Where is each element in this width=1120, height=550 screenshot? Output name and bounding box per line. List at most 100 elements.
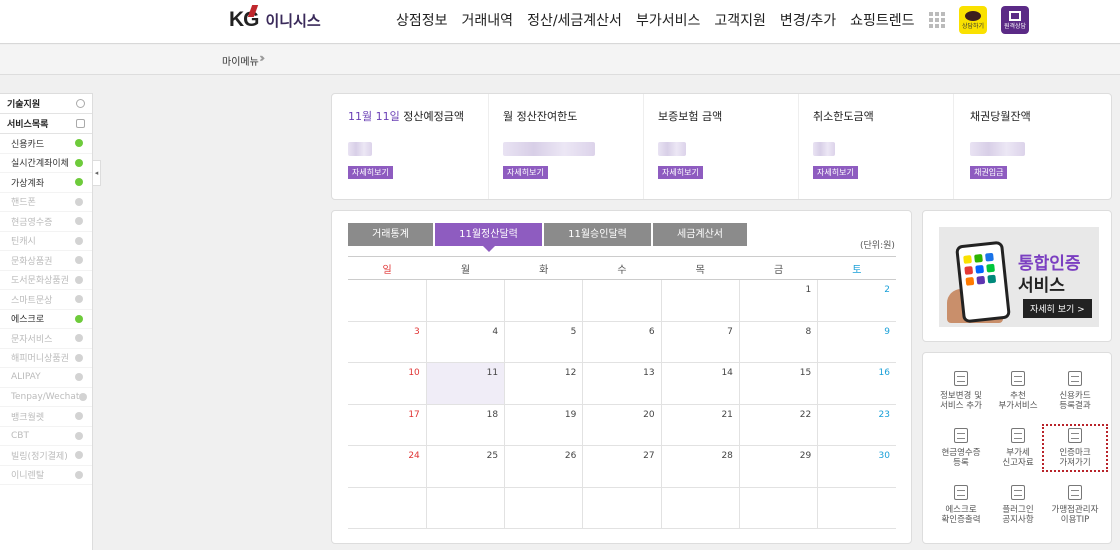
nav-customer-support[interactable]: 고객지원 <box>714 10 766 30</box>
nav-change-add[interactable]: 변경/추가 <box>780 10 836 30</box>
sidebar-item[interactable]: 신용카드 <box>0 134 92 154</box>
calendar-day-cell[interactable]: 15 <box>738 362 819 405</box>
sidebar-item-label: 스마트문상 <box>11 295 53 306</box>
kakao-consult-button[interactable]: 상담하기 <box>959 6 987 34</box>
calendar-day-cell[interactable]: 16 <box>817 362 896 405</box>
calendar-day-cell[interactable]: 27 <box>582 445 662 488</box>
nav-shopping-trend[interactable]: 쇼핑트렌드 <box>850 10 914 30</box>
remote-support-icon <box>1009 10 1021 21</box>
sidebar-item[interactable]: 문화상품권 <box>0 251 92 271</box>
sidebar-item[interactable]: 빌링(정기결제) <box>0 446 92 466</box>
detail-button[interactable]: 자세히보기 <box>503 166 548 179</box>
quick-menu-card-registration-result[interactable]: 신용카드 등록결과 <box>1046 371 1104 411</box>
calendar-day-cell[interactable]: 29 <box>738 445 819 488</box>
apps-grid-icon[interactable] <box>929 12 945 28</box>
nav-settlement-tax[interactable]: 정산/세금계산서 <box>527 10 622 30</box>
sidebar-item[interactable]: 뱅크월렛 <box>0 407 92 427</box>
calendar-day-cell[interactable]: 30 <box>817 445 896 488</box>
calendar-day-cell[interactable]: 3 <box>348 320 427 363</box>
quick-menu-label: 가맹점관리자 이용TIP <box>1051 505 1099 525</box>
quick-menu-cash-receipt-registration[interactable]: 현금영수증 등록 <box>932 428 990 468</box>
bond-deposit-button[interactable]: 채권입금 <box>970 166 1008 179</box>
calendar-day-cell[interactable]: 12 <box>504 362 584 405</box>
detail-button[interactable]: 자세히보기 <box>348 166 393 179</box>
sidebar-item[interactable]: 에스크로 <box>0 310 92 329</box>
quick-menu-card: 정보변경 및 서비스 추가 추천 부가서비스 신용카드 등록결과현금영수증 등록 부가… <box>922 352 1112 544</box>
quick-menu-cert-mark-download[interactable]: 인증마크 가져가기 <box>1042 424 1108 472</box>
calendar-day-cell[interactable]: 21 <box>660 403 740 446</box>
sidebar-item-label: 뱅크월렛 <box>11 412 45 423</box>
quick-menu-vat-report-data[interactable]: 부가세 신고자료 <box>989 428 1047 468</box>
quick-menu-plugin-notice[interactable]: 플러그인 공지사항 <box>989 485 1047 525</box>
nav-transactions[interactable]: 거래내역 <box>462 10 514 30</box>
sidebar-item-label: 신용카드 <box>11 139 45 150</box>
sidebar-item[interactable]: 스마트문상 <box>0 290 92 310</box>
quick-menu-recommended-addon[interactable]: 추천 부가서비스 <box>989 371 1047 411</box>
tab-approval-calendar[interactable]: 11월승인달력 <box>544 223 651 246</box>
sidebar-item[interactable]: 핸드폰 <box>0 193 92 212</box>
service-sidebar: 기술지원 서비스목록 신용카드실시간계좌이체 가상계좌 핸드폰 현금영수증 틴캐시문화상… <box>0 93 93 550</box>
calendar-day-cell[interactable]: 5 <box>504 320 584 363</box>
calendar-day-cell[interactable]: 6 <box>582 320 662 363</box>
calendar-week-row: 17 18 19 20 21 22 23 <box>348 403 896 446</box>
quick-menu-escrow-certificate-print[interactable]: 에스크로 확인증출력 <box>932 485 990 525</box>
kg-inicis-logo[interactable]: KG 이니시스 <box>229 5 321 32</box>
tab-settlement-calendar[interactable]: 11월정산달력 <box>435 223 542 252</box>
sidebar-item[interactable]: Tenpay/Wechat <box>0 388 92 407</box>
quick-menu-label: 신용카드 등록결과 <box>1059 391 1091 411</box>
calendar-day-cell[interactable]: 9 <box>817 320 896 363</box>
calendar-day-cell[interactable]: 2 <box>817 279 896 322</box>
quick-menu-label: 에스크로 확인증출력 <box>941 505 981 525</box>
tab-tax-invoice[interactable]: 세금계산서 <box>653 223 747 246</box>
calendar-day-cell[interactable]: 11 <box>425 362 506 405</box>
sidebar-item[interactable]: 해피머니상품권 <box>0 349 92 368</box>
masked-amount <box>970 142 1025 156</box>
banner-detail-button[interactable]: 자세히 보기 > <box>1023 299 1092 318</box>
calendar-day-cell[interactable]: 14 <box>660 362 740 405</box>
detail-button[interactable]: 자세히보기 <box>813 166 858 179</box>
calendar-day-cell[interactable]: 20 <box>582 403 662 446</box>
remote-consult-label: 원격상담 <box>1003 22 1027 30</box>
breadcrumb[interactable]: 마이메뉴 <box>222 53 259 68</box>
calendar-day-cell[interactable]: 13 <box>582 362 662 405</box>
sidebar-item[interactable]: 현금영수증 <box>0 212 92 232</box>
integrated-auth-banner[interactable]: 통합인증 서비스 자세히 보기 > <box>939 227 1099 327</box>
remote-consult-button[interactable]: 원격상담 <box>1001 6 1029 34</box>
calendar-day-cell[interactable]: 23 <box>817 403 896 446</box>
calendar-day-cell[interactable]: 25 <box>425 445 506 488</box>
calendar-day-cell[interactable]: 7 <box>660 320 740 363</box>
quick-menu-info-change-service-add[interactable]: 정보변경 및 서비스 추가 <box>932 371 990 411</box>
calendar-day-cell[interactable]: 4 <box>425 320 506 363</box>
calendar-day-cell[interactable]: 10 <box>348 362 427 405</box>
status-dot-icon <box>75 256 83 265</box>
sidebar-item-label: 문화상품권 <box>11 256 53 267</box>
sidebar-collapse-toggle[interactable]: ◂ <box>93 160 101 186</box>
certificate-icon <box>1068 428 1082 443</box>
sidebar-item[interactable]: 이니렌탈 <box>0 466 92 485</box>
sidebar-item[interactable]: 도서문화상품권 <box>0 271 92 290</box>
nav-addon-services[interactable]: 부가서비스 <box>636 10 700 30</box>
sidebar-item[interactable]: ALIPAY <box>0 368 92 388</box>
sidebar-item[interactable]: CBT <box>0 427 92 446</box>
sidebar-item[interactable]: 실시간계좌이체 <box>0 154 92 173</box>
nav-store-info[interactable]: 상점정보 <box>396 10 448 30</box>
quick-menu-merchant-admin-tips[interactable]: 가맹점관리자 이용TIP <box>1046 485 1104 525</box>
detail-button[interactable]: 자세히보기 <box>658 166 703 179</box>
sidebar-section-service-list[interactable]: 서비스목록 <box>0 114 92 134</box>
calendar-day-cell[interactable]: 17 <box>348 403 427 446</box>
calendar-day-cell[interactable]: 28 <box>660 445 740 488</box>
tab-transaction-stats[interactable]: 거래통계 <box>348 223 433 246</box>
sidebar-item[interactable]: 문자서비스 <box>0 329 92 349</box>
calendar-day-cell[interactable]: 26 <box>504 445 584 488</box>
calendar-day-cell[interactable]: 1 <box>738 279 819 322</box>
sidebar-section-tech-support[interactable]: 기술지원 <box>0 94 92 114</box>
calendar-day-cell[interactable]: 18 <box>425 403 506 446</box>
sidebar-item-label: 문자서비스 <box>11 334 53 345</box>
calendar-day-cell[interactable]: 24 <box>348 445 427 488</box>
calendar-day-cell[interactable]: 22 <box>738 403 819 446</box>
sidebar-item[interactable]: 틴캐시 <box>0 232 92 251</box>
calendar-day-cell[interactable]: 19 <box>504 403 584 446</box>
sidebar-item[interactable]: 가상계좌 <box>0 173 92 193</box>
sidebar-section-label: 기술지원 <box>7 100 41 110</box>
calendar-day-cell[interactable]: 8 <box>738 320 819 363</box>
